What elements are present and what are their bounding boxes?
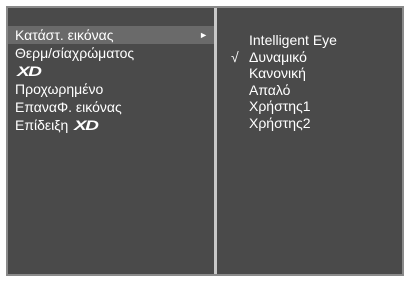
menu-item-label: ΕπαναΦ. εικόνας	[15, 99, 122, 115]
menu-item-label: Θερμ/σίαχρώματος	[15, 45, 135, 61]
menu-item-label: Κατάστ. εικόνας	[15, 27, 114, 43]
osd-menu: Κατάστ. εικόνας ► Θερμ/σίαχρώματος XD Πρ…	[6, 6, 404, 276]
menu-item-xd-demo[interactable]: Επίδειξη XD	[8, 116, 214, 134]
menu-item-color-temperature[interactable]: Θερμ/σίαχρώματος	[8, 44, 214, 62]
option-dynamic[interactable]: √ Δυναμικό	[217, 49, 397, 66]
main-menu-panel: Κατάστ. εικόνας ► Θερμ/σίαχρώματος XD Πρ…	[8, 8, 214, 274]
menu-item-picture-reset[interactable]: ΕπαναΦ. εικόνας	[8, 98, 214, 116]
option-label: Χρήστης1	[249, 98, 311, 114]
option-label: Χρήστης2	[249, 114, 311, 131]
option-mild[interactable]: Απαλό	[217, 82, 397, 99]
menu-item-picture-mode[interactable]: Κατάστ. εικόνας ►	[8, 26, 214, 44]
menu-item-label: Επίδειξη	[15, 117, 69, 133]
option-label: Κανονική	[249, 65, 306, 81]
menu-item-xd[interactable]: XD	[8, 62, 214, 80]
xd-logo-icon: XD	[17, 63, 42, 79]
option-intelligent-eye[interactable]: Intelligent Eye	[217, 32, 397, 49]
picture-mode-options: Intelligent Eye √ Δυναμικό Κανονική Απαλ…	[217, 32, 397, 131]
option-standard[interactable]: Κανονική	[217, 65, 397, 82]
menu-item-label: Προχωρημένο	[15, 81, 104, 97]
option-label: Intelligent Eye	[249, 32, 337, 48]
checkmark-icon: √	[231, 48, 239, 65]
option-label: Απαλό	[249, 81, 291, 98]
option-user2[interactable]: Χρήστης2	[217, 115, 397, 132]
menu-item-advanced[interactable]: Προχωρημένο	[8, 80, 214, 98]
submenu-panel: Intelligent Eye √ Δυναμικό Κανονική Απαλ…	[217, 8, 402, 274]
option-user1[interactable]: Χρήστης1	[217, 98, 397, 115]
option-label: Δυναμικό	[249, 48, 307, 65]
main-menu-list: Κατάστ. εικόνας ► Θερμ/σίαχρώματος XD Πρ…	[8, 26, 214, 134]
submenu-arrow-icon: ►	[199, 30, 208, 40]
xd-logo-icon: XD	[74, 117, 99, 133]
